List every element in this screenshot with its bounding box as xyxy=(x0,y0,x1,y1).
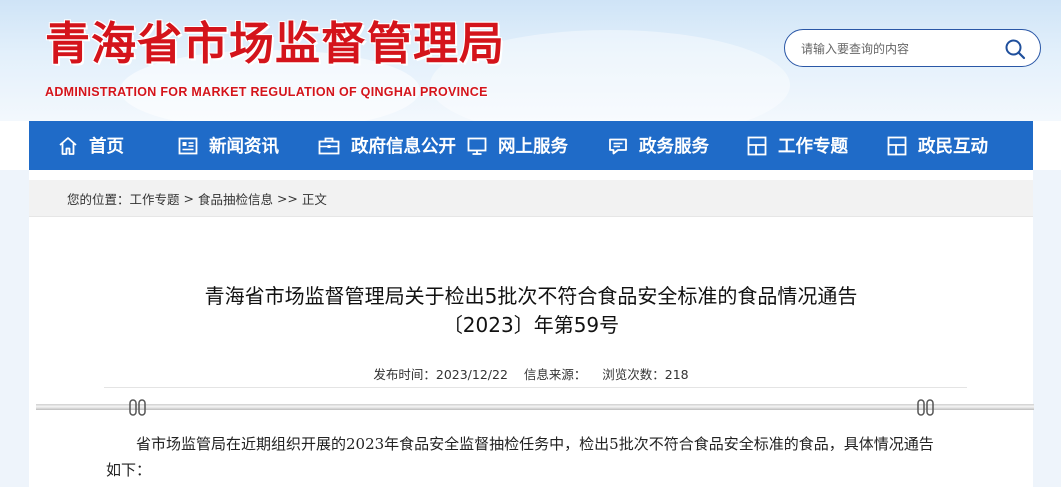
nav-item-online-service[interactable]: 网上服务 xyxy=(466,121,568,170)
chat-icon xyxy=(609,138,627,154)
page-side-background xyxy=(1033,170,1061,487)
search-box xyxy=(784,29,1041,67)
nav-item-label: 网上服务 xyxy=(498,137,568,157)
publish-date: 2023/12/22 xyxy=(435,367,508,382)
breadcrumb-separator: >> xyxy=(272,190,302,206)
breadcrumb-item-food-inspection[interactable]: 食品抽检信息 xyxy=(198,189,273,208)
nav-item-label: 新闻资讯 xyxy=(209,137,279,157)
article-meta: 发布时间：2023/12/22 信息来源： 浏览次数：218 xyxy=(29,364,1033,383)
nav-item-news[interactable]: 新闻资讯 xyxy=(177,121,279,170)
search-input[interactable] xyxy=(801,39,1001,59)
nav-item-label: 政民互动 xyxy=(918,137,988,157)
nav-item-label: 政府信息公开 xyxy=(351,137,456,157)
views-count: 218 xyxy=(664,367,689,382)
nav-item-special-topics[interactable]: 工作专题 xyxy=(746,121,848,170)
layout-icon xyxy=(747,136,767,155)
nav-item-label: 工作专题 xyxy=(778,137,848,157)
nav-item-interaction[interactable]: 政民互动 xyxy=(886,121,988,170)
views-label: 浏览次数： xyxy=(602,367,665,382)
search-icon[interactable] xyxy=(1004,38,1026,60)
layout-icon xyxy=(887,136,907,155)
nav-item-label: 政务服务 xyxy=(639,137,709,157)
paperclip-icon xyxy=(129,399,146,416)
site-subtitle: ADMINISTRATION FOR MARKET REGULATION OF … xyxy=(45,85,488,99)
breadcrumb: 您的位置： 工作专题 > 食品抽检信息 >> 正文 xyxy=(29,180,1033,217)
article-title-line-1: 青海省市场监督管理局关于检出5批次不符合食品安全标准的食品情况通告 xyxy=(204,284,858,308)
home-icon xyxy=(59,136,77,155)
paperclip-icon xyxy=(917,399,934,416)
source-label: 信息来源： xyxy=(523,367,587,382)
article-body-paragraph: 省市场监管局在近期组织开展的2023年食品安全监督抽检任务中，检出5批次不符合食… xyxy=(106,435,934,479)
site-title[interactable]: 青海省市场监督管理局 xyxy=(45,18,505,70)
main-nav: 首页 新闻资讯 政府信息公开 网上服务 政务服务 工作专题 政民互动 xyxy=(29,121,1033,170)
content-divider xyxy=(36,404,1034,410)
site-header: 青海省市场监督管理局 ADMINISTRATION FOR MARKET REG… xyxy=(0,0,1061,121)
breadcrumb-item-current: 正文 xyxy=(301,191,327,207)
nav-item-gov-service[interactable]: 政务服务 xyxy=(607,121,709,170)
monitor-icon xyxy=(467,137,487,155)
nav-item-gov-info[interactable]: 政府信息公开 xyxy=(317,121,456,170)
nav-item-home[interactable]: 首页 xyxy=(57,121,124,170)
publish-date-label: 发布时间： xyxy=(373,367,436,382)
nav-item-label: 首页 xyxy=(89,137,124,157)
meta-divider xyxy=(104,387,967,388)
breadcrumb-prefix: 您的位置： xyxy=(67,191,130,207)
article-title-line-2: 〔2023〕年第59号 xyxy=(442,313,620,337)
breadcrumb-separator: > xyxy=(179,190,198,206)
breadcrumb-item-topics[interactable]: 工作专题 xyxy=(130,189,180,208)
briefcase-icon xyxy=(318,137,340,154)
news-icon xyxy=(178,137,198,154)
page-side-background xyxy=(0,170,29,487)
